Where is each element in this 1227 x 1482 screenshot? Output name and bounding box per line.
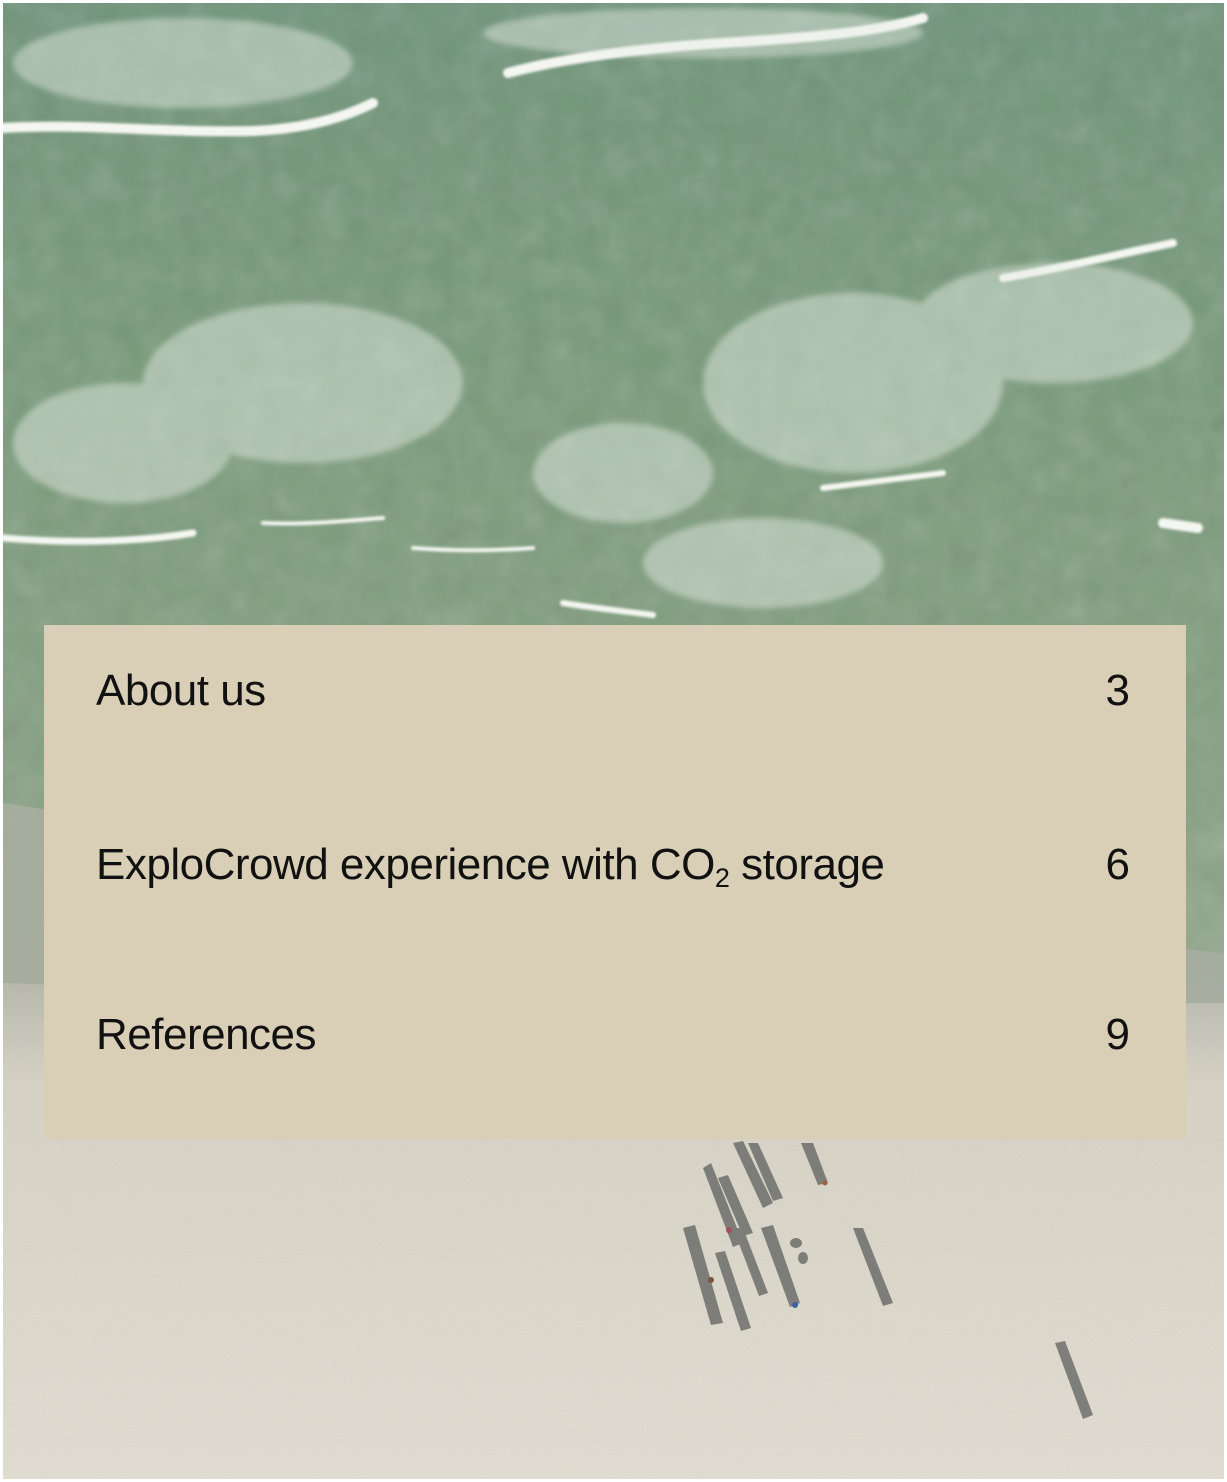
toc-item-title: References bbox=[96, 1010, 317, 1059]
page: About us 3 ExploCrowd experience with CO… bbox=[0, 0, 1227, 1482]
table-of-contents: About us 3 ExploCrowd experience with CO… bbox=[44, 625, 1186, 1139]
toc-item-title: ExploCrowd experience with CO2 storage bbox=[96, 835, 885, 895]
toc-item-page-number: 6 bbox=[1105, 840, 1130, 889]
toc-item-page-number: 9 bbox=[1105, 1010, 1130, 1059]
toc-item-title-end: storage bbox=[729, 840, 885, 889]
toc-item-references[interactable]: References 9 bbox=[96, 1005, 1130, 1065]
toc-item-title: About us bbox=[96, 666, 266, 715]
toc-item-about-us[interactable]: About us 3 bbox=[96, 661, 1130, 721]
toc-item-page-number: 3 bbox=[1105, 666, 1130, 715]
toc-item-explocrowd-experience[interactable]: ExploCrowd experience with CO2 storage 6 bbox=[96, 835, 1130, 895]
toc-item-title-main: ExploCrowd experience with CO bbox=[96, 840, 715, 889]
toc-item-title-subscript: 2 bbox=[714, 863, 730, 893]
